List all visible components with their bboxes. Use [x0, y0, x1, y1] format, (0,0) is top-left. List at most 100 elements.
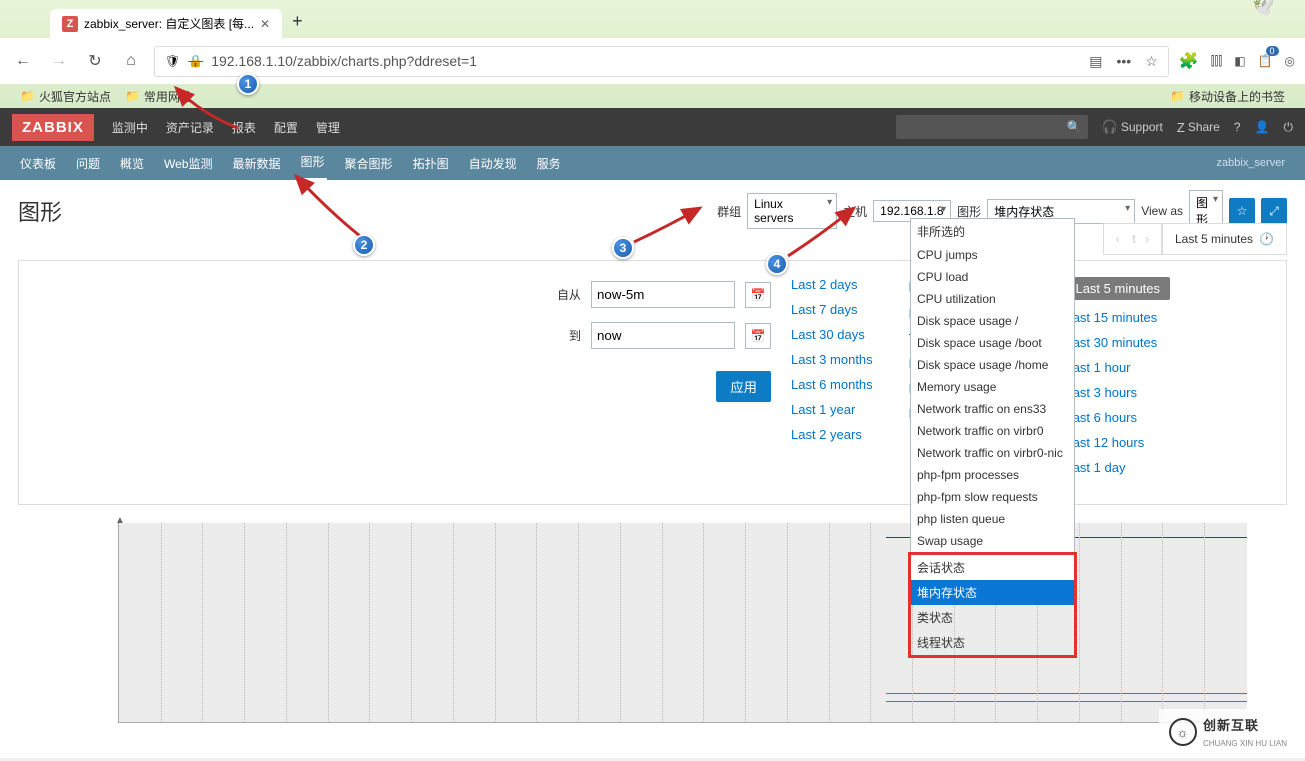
reader-icon[interactable]: ▤: [1089, 53, 1102, 70]
time-preset[interactable]: Last 12 hours: [1065, 435, 1170, 450]
dropdown-option[interactable]: Network traffic on virbr0: [911, 420, 1074, 442]
sidebar-icon[interactable]: ◧: [1234, 54, 1245, 68]
zabbix-logo[interactable]: ZABBIX: [12, 114, 94, 141]
close-tab-icon[interactable]: ✕: [260, 17, 270, 31]
forward-button[interactable]: →: [46, 48, 72, 74]
dropdown-option[interactable]: 非所选的: [911, 219, 1074, 244]
sub-menu-item[interactable]: 概览: [118, 147, 146, 180]
fullscreen-button[interactable]: ⤢: [1261, 198, 1287, 224]
time-preset[interactable]: Last 2 years: [791, 427, 873, 442]
sub-menu-item[interactable]: 问题: [74, 147, 102, 180]
new-tab-button[interactable]: +: [282, 5, 313, 38]
content-area: 图形 群组 Linux servers 主机 192.168.1.8 图形 堆内…: [0, 180, 1305, 758]
extensions-icon[interactable]: 🧩: [1179, 51, 1199, 71]
dropdown-option[interactable]: Disk space usage /home: [911, 354, 1074, 376]
shield-icon[interactable]: 🛡: [165, 54, 180, 68]
dropdown-option[interactable]: php listen queue: [911, 508, 1074, 530]
time-preset[interactable]: Last 30 days: [791, 327, 873, 342]
to-label: 到: [569, 327, 581, 344]
dropdown-option[interactable]: CPU load: [911, 266, 1074, 288]
chart-panel: ▲: [18, 523, 1287, 748]
apply-button[interactable]: 应用: [716, 371, 771, 402]
bookmark-icon[interactable]: ☆: [1145, 53, 1158, 70]
main-menu-item[interactable]: 配置: [274, 119, 298, 136]
dropdown-option[interactable]: php-fpm processes: [911, 464, 1074, 486]
more-icon[interactable]: •••: [1116, 53, 1131, 70]
dropdown-option[interactable]: Disk space usage /: [911, 310, 1074, 332]
search-input[interactable]: 🔍: [896, 115, 1088, 139]
user-button[interactable]: 👤: [1255, 120, 1270, 134]
time-preset[interactable]: Last 5 minutes: [1065, 277, 1170, 300]
tab-title: zabbix_server: 自定义图表 [每...: [84, 15, 254, 32]
calendar-icon[interactable]: 📅: [745, 282, 771, 308]
dropdown-option[interactable]: CPU jumps: [911, 244, 1074, 266]
graph-dropdown[interactable]: 非所选的CPU jumpsCPU loadCPU utilizationDisk…: [910, 218, 1075, 598]
time-preset[interactable]: Last 3 months: [791, 352, 873, 367]
main-menu-item[interactable]: 监测中: [112, 119, 148, 136]
time-preset[interactable]: Last 3 hours: [1065, 385, 1170, 400]
group-label: 群组: [717, 203, 741, 220]
address-bar[interactable]: 🛡 🔒 192.168.1.10/zabbix/charts.php?ddres…: [154, 46, 1169, 77]
annotation-marker: 3: [612, 237, 634, 259]
share-button[interactable]: ZShare: [1177, 120, 1220, 135]
dropdown-option[interactable]: Memory usage: [911, 376, 1074, 398]
support-button[interactable]: 🎧Support: [1102, 119, 1163, 135]
sub-menu-item[interactable]: Web监测: [162, 147, 214, 180]
bookmark-item[interactable]: 📁 火狐官方站点: [20, 88, 111, 105]
bookmark-item[interactable]: 📁 移动设备上的书签: [1170, 88, 1285, 105]
search-icon: 🔍: [1067, 120, 1082, 134]
dropdown-option[interactable]: 线程状态: [911, 630, 1074, 655]
help-button[interactable]: ?: [1234, 120, 1241, 134]
dropdown-option[interactable]: Swap usage: [911, 530, 1074, 552]
sub-menu: 仪表板问题概览Web监测最新数据图形聚合图形拓扑图自动发现服务zabbix_se…: [0, 146, 1305, 180]
sub-menu-item[interactable]: 拓扑图: [411, 147, 451, 180]
time-preset[interactable]: Last 6 months: [791, 377, 873, 392]
favorite-button[interactable]: ☆: [1229, 198, 1255, 224]
graph-label: 图形: [957, 203, 981, 220]
time-preset[interactable]: Last 15 minutes: [1065, 310, 1170, 325]
time-preset[interactable]: Last 1 day: [1065, 460, 1170, 475]
url-text: 192.168.1.10/zabbix/charts.php?ddreset=1: [211, 53, 477, 69]
dropdown-option[interactable]: 会话状态: [911, 555, 1074, 580]
browser-tab[interactable]: Z zabbix_server: 自定义图表 [每... ✕: [50, 9, 282, 38]
signout-button[interactable]: ⏻: [1284, 120, 1294, 135]
zoom-bar: ‹ t › Last 5 minutes 🕐: [1103, 223, 1287, 255]
sub-menu-item[interactable]: 自动发现: [467, 147, 519, 180]
dropdown-option[interactable]: php-fpm slow requests: [911, 486, 1074, 508]
time-preset[interactable]: Last 6 hours: [1065, 410, 1170, 425]
time-preset[interactable]: Last 1 hour: [1065, 360, 1170, 375]
reload-button[interactable]: ↻: [82, 48, 108, 74]
server-name: zabbix_server: [1215, 149, 1287, 177]
time-preset[interactable]: Last 30 minutes: [1065, 335, 1170, 350]
dropdown-option[interactable]: CPU utilization: [911, 288, 1074, 310]
dropdown-option[interactable]: 堆内存状态: [911, 580, 1074, 605]
dropdown-option[interactable]: Network traffic on ens33: [911, 398, 1074, 420]
sub-menu-item[interactable]: 服务: [535, 147, 563, 180]
from-input[interactable]: [591, 281, 735, 308]
toolbar: ← → ↻ ⌂ 🛡 🔒 192.168.1.10/zabbix/charts.p…: [0, 38, 1305, 84]
notes-ext-icon[interactable]: 📋0: [1258, 54, 1273, 68]
sub-menu-item[interactable]: 最新数据: [231, 147, 283, 180]
zoom-out-button[interactable]: ‹ t ›: [1103, 223, 1162, 255]
lock-icon: 🔒: [188, 54, 203, 68]
sub-menu-item[interactable]: 仪表板: [18, 147, 58, 180]
main-menu-item[interactable]: 管理: [316, 119, 340, 136]
time-preset[interactable]: Last 7 days: [791, 302, 873, 317]
home-button[interactable]: ⌂: [118, 48, 144, 74]
time-preset[interactable]: Last 1 year: [791, 402, 873, 417]
header-actions: 🎧Support ZShare ? 👤 ⏻: [1102, 119, 1293, 135]
dropdown-option[interactable]: Disk space usage /boot: [911, 332, 1074, 354]
time-preset[interactable]: Last 2 days: [791, 277, 873, 292]
calendar-icon[interactable]: 📅: [745, 323, 771, 349]
from-label: 自从: [557, 286, 581, 303]
back-button[interactable]: ←: [10, 48, 36, 74]
to-input[interactable]: [591, 322, 735, 349]
library-icon[interactable]: ⫿⫿⫿: [1211, 54, 1223, 69]
chart-plot: ▲: [118, 523, 1247, 723]
viewas-label: View as: [1141, 204, 1183, 218]
ext-icon[interactable]: ◎: [1285, 54, 1295, 68]
dropdown-option[interactable]: Network traffic on virbr0-nic: [911, 442, 1074, 464]
dropdown-option[interactable]: 类状态: [911, 605, 1074, 630]
time-range-label[interactable]: Last 5 minutes 🕐: [1162, 223, 1287, 255]
tab-strip: Z zabbix_server: 自定义图表 [每... ✕ +: [0, 0, 1305, 38]
